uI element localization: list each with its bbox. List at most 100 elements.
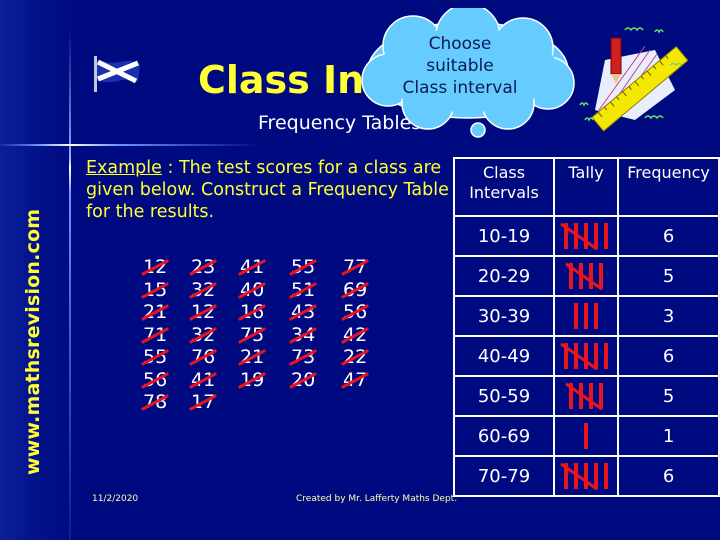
tally-stroke [584, 423, 589, 449]
table-row: 40-49 6 [453, 335, 720, 377]
score-value: 69 [341, 279, 383, 302]
score-value: 16 [238, 301, 280, 324]
example-description: Example : The test scores for a class ar… [86, 157, 456, 223]
class-interval-cell: 50-59 [453, 375, 555, 417]
slide-title: Class In [198, 58, 365, 102]
tally-cell [552, 415, 620, 457]
score-value: 41 [238, 256, 280, 279]
tally-stroke [584, 223, 589, 249]
footer-credit: Created by Mr. Lafferty Maths Dept. [296, 494, 458, 504]
class-interval-cell: 40-49 [453, 335, 555, 377]
tally-marks-icon [560, 222, 611, 251]
frequency-cell: 1 [617, 415, 720, 457]
score-value: 77 [341, 256, 383, 279]
tally-cell [552, 215, 620, 257]
table-row: 20-29 5 [453, 255, 720, 297]
header-class-intervals-line-2: Intervals [469, 183, 539, 202]
score-column: 12152171555678 [141, 256, 183, 414]
tally-stroke [589, 383, 594, 409]
side-banner-url: www.mathsrevision.com [22, 208, 44, 475]
score-column: 414016752119 [238, 256, 280, 392]
tally-gate [565, 262, 606, 294]
pencil-ruler-icon [579, 27, 689, 132]
table-header-row: Class Intervals Tally Frequency [453, 157, 720, 217]
class-interval-cell: 60-69 [453, 415, 555, 457]
callout-line-2: suitable [426, 56, 494, 76]
score-value: 43 [289, 301, 331, 324]
frequency-cell: 3 [617, 295, 720, 337]
frequency-cell: 5 [617, 255, 720, 297]
tally-stroke [604, 343, 609, 369]
score-value: 20 [289, 369, 331, 392]
score-value: 42 [341, 324, 383, 347]
tally-marks-icon [560, 342, 611, 371]
class-interval-cell: 70-79 [453, 455, 555, 497]
score-value: 34 [289, 324, 331, 347]
score-value: 15 [141, 279, 183, 302]
table-row: 10-19 6 [453, 215, 720, 257]
tally-stroke [604, 463, 609, 489]
tally-stroke [584, 303, 589, 329]
header-class-intervals-line-1: Class [482, 163, 526, 182]
tally-marks-icon [565, 382, 606, 411]
header-frequency: Frequency [617, 157, 720, 217]
tally-marks-icon [565, 262, 606, 291]
decorative-vertical-line [69, 30, 71, 540]
score-value: 23 [189, 256, 231, 279]
tally-cell [552, 295, 620, 337]
score-value: 21 [238, 346, 280, 369]
class-interval-cell: 10-19 [453, 215, 555, 257]
score-value: 76 [189, 346, 231, 369]
score-value: 56 [141, 369, 183, 392]
tally-cell [552, 335, 620, 377]
tally-stroke [604, 223, 609, 249]
tally-cell [552, 255, 620, 297]
class-interval-cell: 20-29 [453, 255, 555, 297]
score-value: 19 [238, 369, 280, 392]
table-row: 30-39 3 [453, 295, 720, 337]
tally-gate [560, 222, 601, 254]
tally-gate [565, 382, 606, 414]
score-value: 55 [141, 346, 183, 369]
score-value: 55 [289, 256, 331, 279]
score-column: 23321232764117 [189, 256, 231, 414]
frequency-cell: 6 [617, 335, 720, 377]
tally-stroke [584, 463, 589, 489]
tally-marks-icon [581, 423, 591, 449]
tally-gate [560, 462, 601, 494]
scotland-flag-icon [94, 56, 140, 92]
score-value: 40 [238, 279, 280, 302]
tally-gate [560, 342, 601, 374]
score-value: 73 [289, 346, 331, 369]
callout-line-1: Choose [428, 34, 492, 54]
frequency-cell: 6 [617, 455, 720, 497]
score-value: 41 [189, 369, 231, 392]
score-value: 75 [238, 324, 280, 347]
tally-cell [552, 455, 620, 497]
score-value: 17 [189, 391, 231, 414]
tally-cell [552, 375, 620, 417]
score-value: 12 [189, 301, 231, 324]
score-column: 555143347320 [289, 256, 331, 392]
tally-stroke [594, 303, 599, 329]
decorative-horizontal-line [0, 144, 260, 146]
tally-marks-icon [571, 303, 601, 329]
score-value: 51 [289, 279, 331, 302]
table-row: 70-79 6 [453, 455, 720, 497]
table-row: 50-59 5 [453, 375, 720, 417]
callout-line-3: Class interval [402, 78, 518, 98]
score-value: 22 [341, 346, 383, 369]
score-value: 47 [341, 369, 383, 392]
score-value: 21 [141, 301, 183, 324]
score-value: 78 [141, 391, 183, 414]
callout-text: Choose suitable Class interval [380, 33, 540, 99]
tally-stroke [574, 303, 579, 329]
tally-stroke [589, 263, 594, 289]
score-column: 776956422247 [341, 256, 383, 392]
example-label: Example [86, 158, 162, 178]
tally-marks-icon [560, 462, 611, 491]
score-value: 71 [141, 324, 183, 347]
score-value: 12 [141, 256, 183, 279]
frequency-cell: 5 [617, 375, 720, 417]
tally-stroke [584, 343, 589, 369]
